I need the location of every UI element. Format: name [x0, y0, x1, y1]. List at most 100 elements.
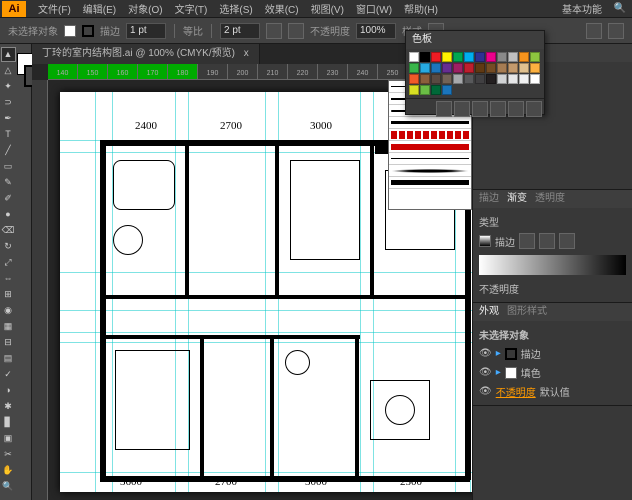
color-swatch[interactable] [431, 74, 441, 84]
color-swatch[interactable] [464, 63, 474, 73]
color-swatch[interactable] [508, 52, 518, 62]
color-swatch[interactable] [409, 52, 419, 62]
color-swatch[interactable] [409, 85, 419, 95]
color-swatch[interactable] [519, 52, 529, 62]
blend-tool[interactable]: ◑ [1, 383, 16, 398]
color-swatch[interactable] [409, 63, 419, 73]
color-swatch[interactable] [420, 52, 430, 62]
graph-tool[interactable]: ▊ [1, 415, 16, 430]
zoom-tool[interactable]: 🔍 [1, 479, 16, 494]
menu-edit[interactable]: 编辑(E) [77, 1, 122, 16]
selection-tool[interactable]: ▲ [1, 47, 16, 62]
color-swatch[interactable] [530, 52, 540, 62]
color-swatch[interactable] [497, 52, 507, 62]
gradient-preview[interactable] [479, 255, 626, 275]
rectangle-tool[interactable]: ▭ [1, 159, 16, 174]
slice-tool[interactable]: ✂ [1, 447, 16, 462]
color-swatch[interactable] [475, 74, 485, 84]
color-swatch[interactable] [497, 63, 507, 73]
color-swatch[interactable] [486, 52, 496, 62]
color-swatch[interactable] [431, 85, 441, 95]
menu-effect[interactable]: 效果(C) [259, 1, 305, 16]
color-swatch[interactable] [431, 63, 441, 73]
type-tool[interactable]: T [1, 127, 16, 142]
color-swatch[interactable] [453, 74, 463, 84]
color-swatch[interactable] [453, 63, 463, 73]
color-swatch[interactable] [475, 63, 485, 73]
stroke-tab[interactable]: 描边 [479, 190, 499, 208]
direct-select-tool[interactable]: △ [1, 63, 16, 78]
eye-icon[interactable]: 👁 [479, 367, 492, 378]
pencil-tool[interactable]: ✐ [1, 191, 16, 206]
eyedropper-tool[interactable]: ✓ [1, 367, 16, 382]
menu-type[interactable]: 文字(T) [169, 1, 214, 16]
menu-view[interactable]: 视图(V) [305, 1, 350, 16]
color-swatch[interactable] [464, 74, 474, 84]
eye-icon[interactable]: 👁 [479, 386, 492, 397]
grad-swatch[interactable] [479, 235, 491, 247]
artboard-tool[interactable]: ▣ [1, 431, 16, 446]
prefs-icon[interactable] [608, 23, 624, 39]
color-swatch[interactable] [442, 52, 452, 62]
color-swatch[interactable] [508, 74, 518, 84]
tab-close-icon[interactable]: x [244, 48, 249, 59]
ruler-vertical[interactable] [32, 80, 48, 500]
color-swatch[interactable] [442, 74, 452, 84]
transparency-tab[interactable]: 透明度 [535, 190, 565, 208]
swatch-options-icon[interactable] [472, 101, 488, 117]
color-swatch[interactable] [486, 74, 496, 84]
mesh-tool[interactable]: ⊟ [1, 335, 16, 350]
width-tool[interactable]: ⇔ [1, 271, 16, 286]
stroke-swatch[interactable] [82, 25, 94, 37]
swatches-panel[interactable]: 色板 [405, 30, 545, 115]
opacity-input[interactable] [356, 23, 396, 39]
menu-select[interactable]: 选择(S) [213, 1, 258, 16]
delete-swatch-icon[interactable] [526, 101, 542, 117]
shape-builder-tool[interactable]: ◉ [1, 303, 16, 318]
color-swatch[interactable] [431, 52, 441, 62]
opacity-link[interactable]: 不透明度 [496, 384, 536, 399]
menu-object[interactable]: 对象(O) [122, 1, 168, 16]
rotate-tool[interactable]: ↻ [1, 239, 16, 254]
color-swatch[interactable] [453, 52, 463, 62]
color-swatch[interactable] [420, 63, 430, 73]
graphic-styles-tab[interactable]: 图形样式 [507, 303, 547, 321]
menu-help[interactable]: 帮助(H) [398, 1, 444, 16]
color-swatch[interactable] [442, 85, 452, 95]
eye-icon[interactable]: 👁 [479, 348, 492, 359]
magic-wand-tool[interactable]: ✦ [1, 79, 16, 94]
menu-file[interactable]: 文件(F) [32, 1, 77, 16]
grad-stroke-2[interactable] [539, 233, 555, 249]
blob-brush-tool[interactable]: ● [1, 207, 16, 222]
stroke-weight-input[interactable] [126, 23, 166, 39]
color-swatch[interactable] [519, 74, 529, 84]
eraser-tool[interactable]: ⌫ [1, 223, 16, 238]
swatch-menu-icon[interactable] [454, 101, 470, 117]
value2-input[interactable] [220, 23, 260, 39]
gradient-tab[interactable]: 渐变 [507, 190, 527, 208]
line-tool[interactable]: ╱ [1, 143, 16, 158]
grad-stroke-1[interactable] [519, 233, 535, 249]
grad-stroke-3[interactable] [559, 233, 575, 249]
color-swatch[interactable] [486, 63, 496, 73]
gradient-tool[interactable]: ▤ [1, 351, 16, 366]
color-swatch[interactable] [420, 85, 430, 95]
color-swatch[interactable] [409, 74, 419, 84]
menu-window[interactable]: 窗口(W) [350, 1, 398, 16]
hand-tool[interactable]: ✋ [1, 463, 16, 478]
symbol-sprayer-tool[interactable]: ✱ [1, 399, 16, 414]
color-swatch[interactable] [530, 74, 540, 84]
lasso-tool[interactable]: ⊃ [1, 95, 16, 110]
color-swatch[interactable] [508, 63, 518, 73]
appearance-tab[interactable]: 外观 [479, 303, 499, 321]
search-icon[interactable]: 🔍 [610, 3, 630, 14]
scale-tool[interactable]: ⤢ [1, 255, 16, 270]
ctrl-icon-1[interactable] [266, 23, 282, 39]
pen-tool[interactable]: ✒ [1, 111, 16, 126]
color-swatch[interactable] [464, 52, 474, 62]
swatch-lib-icon[interactable] [436, 101, 452, 117]
doc-setup-icon[interactable] [586, 23, 602, 39]
workspace-switcher[interactable]: 基本功能 [554, 1, 610, 16]
color-swatch[interactable] [497, 74, 507, 84]
free-transform-tool[interactable]: ⊞ [1, 287, 16, 302]
